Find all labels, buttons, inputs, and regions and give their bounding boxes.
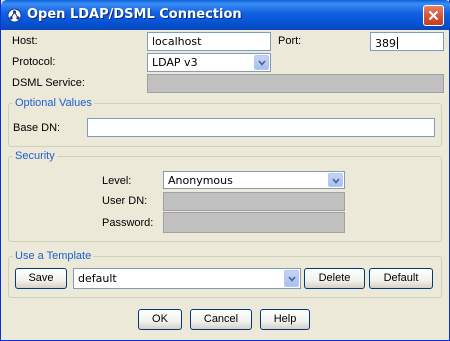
base-dn-label: Base DN: bbox=[13, 122, 61, 134]
protocol-label: Protocol: bbox=[12, 56, 56, 68]
host-label: Host: bbox=[12, 35, 38, 47]
password-label: Password: bbox=[102, 217, 154, 229]
protocol-select[interactable]: LDAP v3 bbox=[147, 53, 271, 72]
port-label: Port: bbox=[278, 35, 302, 47]
help-button[interactable]: Help bbox=[260, 309, 310, 330]
dsml-service-input bbox=[147, 74, 444, 93]
protocol-value: LDAP v3 bbox=[152, 56, 198, 69]
optional-values-title: Optional Values bbox=[13, 97, 94, 109]
title-bar[interactable]: Open LDAP/DSML Connection bbox=[1, 0, 450, 30]
host-input[interactable]: localhost bbox=[147, 32, 271, 51]
security-title: Security bbox=[13, 150, 57, 162]
ldap-connection-icon bbox=[7, 8, 22, 23]
password-input bbox=[163, 212, 345, 233]
default-template-button[interactable]: Default bbox=[369, 268, 433, 289]
level-label: Level: bbox=[102, 175, 132, 187]
template-value: default bbox=[78, 272, 117, 285]
security-level-value: Anonymous bbox=[168, 174, 233, 187]
port-input[interactable]: 389 bbox=[370, 32, 444, 51]
chevron-down-icon[interactable] bbox=[284, 270, 299, 287]
template-select[interactable]: default bbox=[73, 268, 301, 289]
dialog-window: Open LDAP/DSML Connection Host: localhos… bbox=[0, 0, 450, 341]
window-title: Open LDAP/DSML Connection bbox=[27, 7, 242, 22]
template-title: Use a Template bbox=[13, 250, 94, 262]
security-level-select[interactable]: Anonymous bbox=[163, 171, 345, 189]
delete-template-button[interactable]: Delete bbox=[304, 268, 365, 289]
cancel-button[interactable]: Cancel bbox=[190, 309, 252, 330]
base-dn-input[interactable] bbox=[87, 118, 435, 137]
user-dn-input bbox=[163, 192, 345, 211]
port-value: 389 bbox=[375, 37, 396, 50]
chevron-down-icon[interactable] bbox=[254, 55, 269, 70]
close-button[interactable] bbox=[423, 5, 444, 26]
dsml-service-label: DSML Service: bbox=[12, 77, 85, 89]
text-caret bbox=[397, 37, 398, 49]
save-template-button[interactable]: Save bbox=[15, 268, 67, 289]
user-dn-label: User DN: bbox=[102, 195, 148, 207]
chevron-down-icon[interactable] bbox=[328, 173, 343, 187]
ok-button[interactable]: OK bbox=[138, 309, 182, 330]
